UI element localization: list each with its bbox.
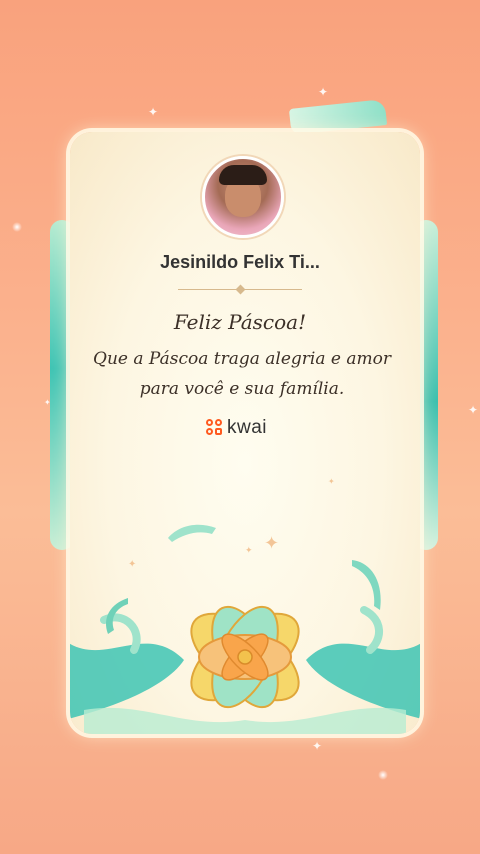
sparkle-icon: ✦ [264, 533, 280, 553]
greeting-card: Jesinildo Felix Ti... Feliz Páscoa! Que … [70, 132, 420, 734]
sparkle-icon: ✦ [245, 545, 253, 555]
sparkle-icon: ✦ [312, 739, 323, 753]
sparkle-icon: ✦ [328, 477, 335, 486]
ribbon-decoration [288, 99, 388, 135]
glow-dot [12, 222, 22, 232]
avatar[interactable] [202, 156, 284, 238]
divider-ornament-icon [235, 284, 246, 295]
sparkle-icon: ✦ [468, 403, 479, 417]
greeting-screen: ✦ ✦ ✦ ✦ ✦ Jesinildo Felix Ti... Feliz Pá… [0, 0, 480, 854]
sparkle-icon: ✦ [318, 85, 329, 99]
avatar-hair [219, 165, 267, 185]
sparkle-icon: ✦ [128, 559, 137, 570]
glow-dot [378, 770, 388, 780]
kwai-logo-icon [206, 419, 224, 437]
ribbon-decoration [168, 524, 216, 542]
ribbon-decoration [106, 598, 128, 634]
flower-decoration [190, 605, 300, 709]
sender-name[interactable]: Jesinildo Felix Ti... [70, 252, 410, 273]
ribbon-decoration [352, 560, 381, 610]
brand-logo: kwai [206, 416, 267, 440]
greeting-message: Que a Páscoa traga alegria e amor para v… [93, 349, 391, 399]
brand-name: kwai [227, 417, 268, 438]
sparkle-icon: ✦ [148, 105, 159, 119]
greeting-title: Feliz Páscoa! [173, 310, 307, 334]
